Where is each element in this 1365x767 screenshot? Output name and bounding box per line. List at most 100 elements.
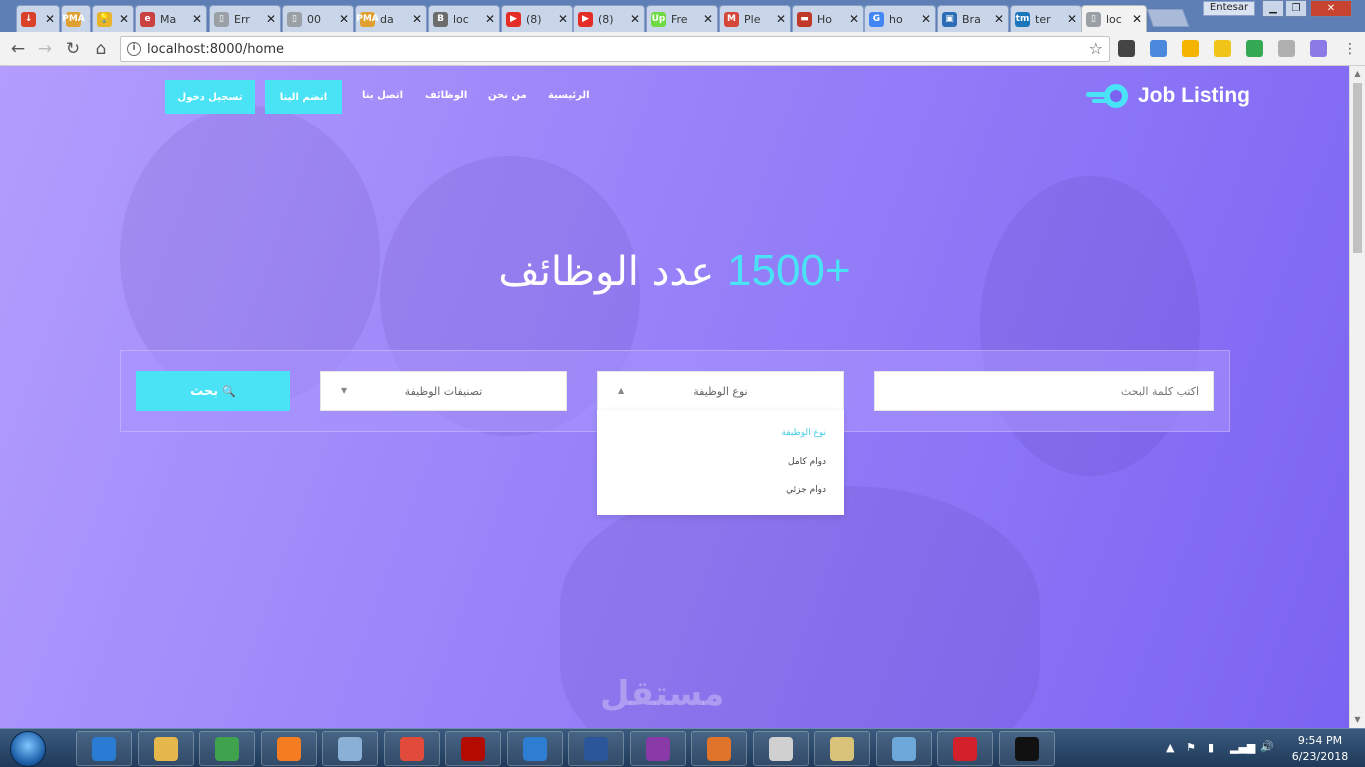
keyword-field[interactable] (874, 371, 1214, 411)
volume-icon[interactable]: 🔊 (1260, 740, 1274, 753)
taskbar-app-file-explorer[interactable] (137, 731, 194, 766)
tab-close-icon[interactable]: ✕ (266, 12, 276, 26)
browser-tab[interactable]: Bloc ✕ (428, 5, 500, 32)
taskbar-app-chart-app[interactable] (814, 731, 870, 766)
taskbar-app-cmd[interactable] (998, 731, 1055, 766)
taskbar-app-media[interactable] (383, 731, 440, 766)
tab-favicon-icon: ▯ (287, 11, 302, 27)
tab-close-icon[interactable]: ✕ (994, 12, 1004, 26)
dropbox-extension-icon[interactable] (1278, 40, 1295, 57)
tab-close-icon[interactable]: ✕ (921, 12, 931, 26)
browser-tab[interactable]: 💡 ✕ (92, 5, 134, 32)
tab-close-icon[interactable]: ✕ (630, 12, 640, 26)
flag-icon[interactable]: ⚑ (1186, 741, 1196, 754)
site-logo[interactable]: Job Listing (1086, 82, 1250, 110)
tab-close-icon[interactable]: ✕ (1132, 12, 1142, 26)
browser-tab[interactable]: ▬ Ho ✕ (792, 5, 864, 32)
browser-tab[interactable]: ▶ (8) ✕ (573, 5, 645, 32)
scroll-down-icon[interactable]: ▼ (1350, 712, 1365, 727)
tab-close-icon[interactable]: ✕ (776, 12, 786, 26)
taskbar-app-acrobat[interactable] (445, 731, 501, 766)
nav-link-contact[interactable]: اتصل بنا (362, 90, 403, 101)
address-bar[interactable]: i ☆ (120, 36, 1110, 62)
nav-link-about[interactable]: من نحن (488, 90, 527, 101)
keyword-input[interactable] (875, 372, 1213, 410)
forward-button[interactable]: → (33, 37, 57, 61)
extension-icon[interactable] (1118, 40, 1135, 57)
join-button[interactable]: انضم الينا (265, 80, 342, 114)
menu-icon[interactable]: ⋮ (1338, 37, 1362, 61)
job-type-option[interactable]: دوام كامل (788, 457, 826, 467)
site-info-icon[interactable]: i (127, 42, 141, 56)
browser-tab[interactable]: M Ple ✕ (719, 5, 791, 32)
tab-close-icon[interactable]: ✕ (485, 12, 495, 26)
tab-close-icon[interactable]: ✕ (119, 12, 129, 26)
browser-tab[interactable]: ▯ Err ✕ (209, 5, 281, 32)
home-button[interactable]: ⌂ (89, 37, 113, 61)
taskbar-app-opera[interactable] (937, 731, 993, 766)
browser-tab[interactable]: ▯ 00 ✕ (282, 5, 354, 32)
nav-link-home[interactable]: الرئيسية (548, 90, 590, 101)
docs-extension-icon[interactable] (1246, 40, 1263, 57)
tab-close-icon[interactable]: ✕ (412, 12, 422, 26)
window-close-button[interactable]: ✕ (1310, 0, 1352, 17)
nav-link-jobs[interactable]: الوظائف (425, 90, 467, 101)
bookmark-star-icon[interactable]: ☆ (1089, 39, 1103, 58)
tab-close-icon[interactable]: ✕ (558, 12, 568, 26)
chart-app-icon (830, 736, 854, 761)
tab-close-icon[interactable]: ✕ (703, 12, 713, 26)
back-button[interactable]: ← (6, 37, 30, 61)
taskbar-app-video[interactable] (629, 731, 686, 766)
browser-tab[interactable]: Gho ✕ (864, 5, 936, 32)
minimize-button[interactable]: ▁ (1262, 0, 1284, 17)
video-icon (645, 736, 670, 761)
job-type-option[interactable]: دوام جزئي (786, 485, 826, 495)
tab-close-icon[interactable]: ✕ (192, 12, 202, 26)
taskbar-app-control-panel[interactable] (875, 731, 932, 766)
browser-tab[interactable]: ▶ (8) ✕ (501, 5, 573, 32)
pen-extension-icon[interactable] (1310, 40, 1327, 57)
browser-tab[interactable]: Up Fre ✕ (646, 5, 718, 32)
taskbar-app-word[interactable] (568, 731, 624, 766)
page-scrollbar[interactable]: ▲ ▼ (1349, 66, 1365, 728)
browser-tab[interactable]: e Ma ✕ (135, 5, 207, 32)
battery-icon[interactable]: ▮ (1208, 741, 1214, 754)
taskbar-app-paint[interactable] (752, 731, 809, 766)
scroll-up-icon[interactable]: ▲ (1350, 66, 1365, 81)
new-tab-button[interactable] (1146, 9, 1190, 27)
browser-tab[interactable]: ▯ loc ✕ (1081, 5, 1147, 32)
tab-close-icon[interactable]: ✕ (339, 12, 349, 26)
drive-extension-icon[interactable] (1182, 40, 1199, 57)
browser-tab[interactable]: ▣ Bra ✕ (937, 5, 1009, 32)
translate-extension-icon[interactable] (1150, 40, 1167, 57)
start-button[interactable] (2, 730, 54, 767)
search-button[interactable]: 🔍 بحث (136, 371, 290, 411)
taskbar-app-chrome[interactable] (199, 731, 255, 766)
browser-tab[interactable]: PMA da ✕ (355, 5, 427, 32)
job-type-option[interactable]: نوع الوظيفة (781, 428, 826, 438)
browser-tab[interactable]: ↓ ✕ (16, 5, 60, 32)
browser-tab[interactable]: PMA✕ (61, 5, 91, 32)
taskbar-clock[interactable]: 9:54 PM 6/23/2018 (1290, 733, 1350, 765)
login-button[interactable]: تسجيل دخول (165, 80, 255, 114)
taskbar-app-tool[interactable] (691, 731, 747, 766)
url-input[interactable] (147, 40, 1047, 58)
scrollbar-thumb[interactable] (1353, 83, 1362, 253)
taskbar-app-xampp[interactable] (260, 731, 317, 766)
job-type-select[interactable]: نوع الوظيفة ▲ (597, 371, 844, 411)
taskbar-app-internet-explorer[interactable] (76, 731, 132, 766)
tab-close-icon[interactable]: ✕ (45, 12, 55, 26)
tray-expand-icon[interactable]: ▲ (1166, 741, 1174, 754)
tab-close-icon[interactable]: ✕ (849, 12, 859, 26)
network-icon[interactable]: ▂▄▆ (1230, 741, 1255, 754)
maximize-button[interactable]: ❐ (1285, 0, 1307, 17)
profile-button[interactable]: Entesar (1203, 1, 1255, 16)
taskbar-app-jc[interactable] (322, 731, 378, 766)
browser-tab[interactable]: tm ter ✕ (1010, 5, 1082, 32)
notes-extension-icon[interactable] (1214, 40, 1231, 57)
tab-close-icon[interactable]: ✕ (88, 12, 90, 26)
tab-close-icon[interactable]: ✕ (1067, 12, 1077, 26)
categories-select[interactable]: تصنيفات الوظيفة ▼ (320, 371, 567, 411)
taskbar-app-brackets[interactable] (506, 731, 563, 766)
reload-button[interactable]: ↻ (61, 37, 85, 61)
